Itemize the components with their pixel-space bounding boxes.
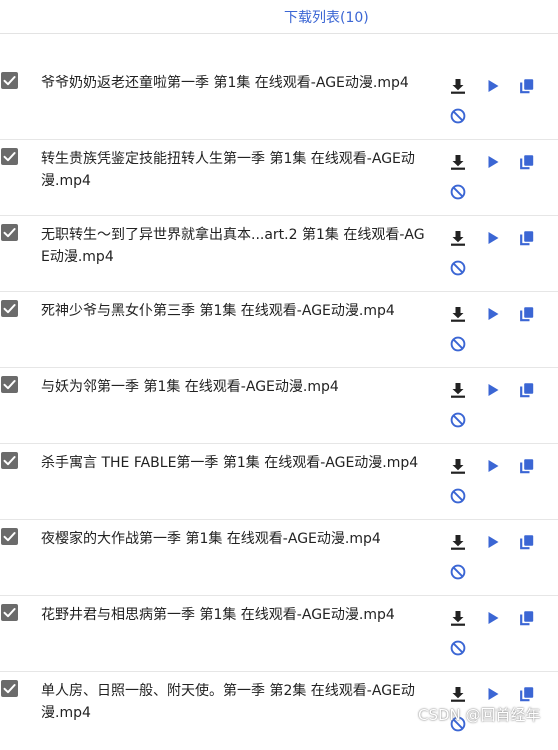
block-icon[interactable] (449, 183, 467, 201)
play-icon[interactable] (484, 77, 502, 95)
list-item: 夜樱家的大作战第一季 第1集 在线观看-AGE动漫.mp4 (0, 520, 558, 596)
download-icon[interactable] (449, 305, 467, 323)
copy-icon[interactable] (518, 533, 536, 551)
download-icon[interactable] (449, 153, 467, 171)
block-icon[interactable] (449, 487, 467, 505)
download-list: 爷爷奶奶返老还童啦第一季 第1集 在线观看-AGE动漫.mp4 转生贵族凭鉴定技… (0, 64, 558, 748)
checkbox-checked-icon[interactable] (1, 528, 18, 545)
watermark: CSDN @回首经年 (418, 706, 541, 724)
play-icon[interactable] (484, 685, 502, 703)
checkbox-checked-icon[interactable] (1, 300, 18, 317)
file-name: 爷爷奶奶返老还童啦第一季 第1集 在线观看-AGE动漫.mp4 (41, 75, 409, 91)
checkbox-checked-icon[interactable] (1, 680, 18, 697)
block-icon[interactable] (449, 639, 467, 657)
block-icon[interactable] (449, 563, 467, 581)
checkbox-checked-icon[interactable] (1, 604, 18, 621)
download-icon[interactable] (449, 609, 467, 627)
checkbox-checked-icon[interactable] (1, 452, 18, 469)
play-icon[interactable] (484, 153, 502, 171)
copy-icon[interactable] (518, 305, 536, 323)
copy-icon[interactable] (518, 609, 536, 627)
download-list-title: 下载列表(10) (284, 10, 369, 26)
file-name: 杀手寓言 THE FABLE第一季 第1集 在线观看-AGE动漫.mp4 (41, 455, 419, 471)
copy-icon[interactable] (518, 229, 536, 247)
play-icon[interactable] (484, 609, 502, 627)
copy-icon[interactable] (518, 457, 536, 475)
file-name: 与妖为邻第一季 第1集 在线观看-AGE动漫.mp4 (41, 379, 339, 395)
list-item: 花野井君与相思病第一季 第1集 在线观看-AGE动漫.mp4 (0, 596, 558, 672)
file-name: 死神少爷与黑女仆第三季 第1集 在线观看-AGE动漫.mp4 (41, 303, 395, 319)
checkbox-checked-icon[interactable] (1, 224, 18, 241)
block-icon[interactable] (449, 411, 467, 429)
list-item: 爷爷奶奶返老还童啦第一季 第1集 在线观看-AGE动漫.mp4 (0, 64, 558, 140)
download-icon[interactable] (449, 685, 467, 703)
list-item: 死神少爷与黑女仆第三季 第1集 在线观看-AGE动漫.mp4 (0, 292, 558, 368)
file-name: 花野井君与相思病第一季 第1集 在线观看-AGE动漫.mp4 (41, 607, 395, 623)
download-icon[interactable] (449, 457, 467, 475)
download-icon[interactable] (449, 381, 467, 399)
copy-icon[interactable] (518, 77, 536, 95)
list-item: 杀手寓言 THE FABLE第一季 第1集 在线观看-AGE动漫.mp4 (0, 444, 558, 520)
download-icon[interactable] (449, 77, 467, 95)
play-icon[interactable] (484, 381, 502, 399)
file-name: 无职转生～到了异世界就拿出真本...art.2 第1集 在线观看-AGE动漫.m… (41, 227, 425, 265)
block-icon[interactable] (449, 259, 467, 277)
file-name: 单人房、日照一般、附天使。第一季 第2集 在线观看-AGE动漫.mp4 (41, 683, 415, 721)
file-name: 转生贵族凭鉴定技能扭转人生第一季 第1集 在线观看-AGE动漫.mp4 (41, 151, 415, 189)
list-item: 无职转生～到了异世界就拿出真本...art.2 第1集 在线观看-AGE动漫.m… (0, 216, 558, 292)
play-icon[interactable] (484, 457, 502, 475)
play-icon[interactable] (484, 533, 502, 551)
checkbox-checked-icon[interactable] (1, 376, 18, 393)
block-icon[interactable] (449, 335, 467, 353)
list-item: 与妖为邻第一季 第1集 在线观看-AGE动漫.mp4 (0, 368, 558, 444)
checkbox-checked-icon[interactable] (1, 148, 18, 165)
block-icon[interactable] (449, 107, 467, 125)
play-icon[interactable] (484, 229, 502, 247)
file-name: 夜樱家的大作战第一季 第1集 在线观看-AGE动漫.mp4 (41, 531, 381, 547)
download-icon[interactable] (449, 533, 467, 551)
copy-icon[interactable] (518, 685, 536, 703)
play-icon[interactable] (484, 305, 502, 323)
header: 下载列表(10) (0, 0, 558, 34)
copy-icon[interactable] (518, 381, 536, 399)
copy-icon[interactable] (518, 153, 536, 171)
list-item: 转生贵族凭鉴定技能扭转人生第一季 第1集 在线观看-AGE动漫.mp4 (0, 140, 558, 216)
download-icon[interactable] (449, 229, 467, 247)
checkbox-checked-icon[interactable] (1, 72, 18, 89)
